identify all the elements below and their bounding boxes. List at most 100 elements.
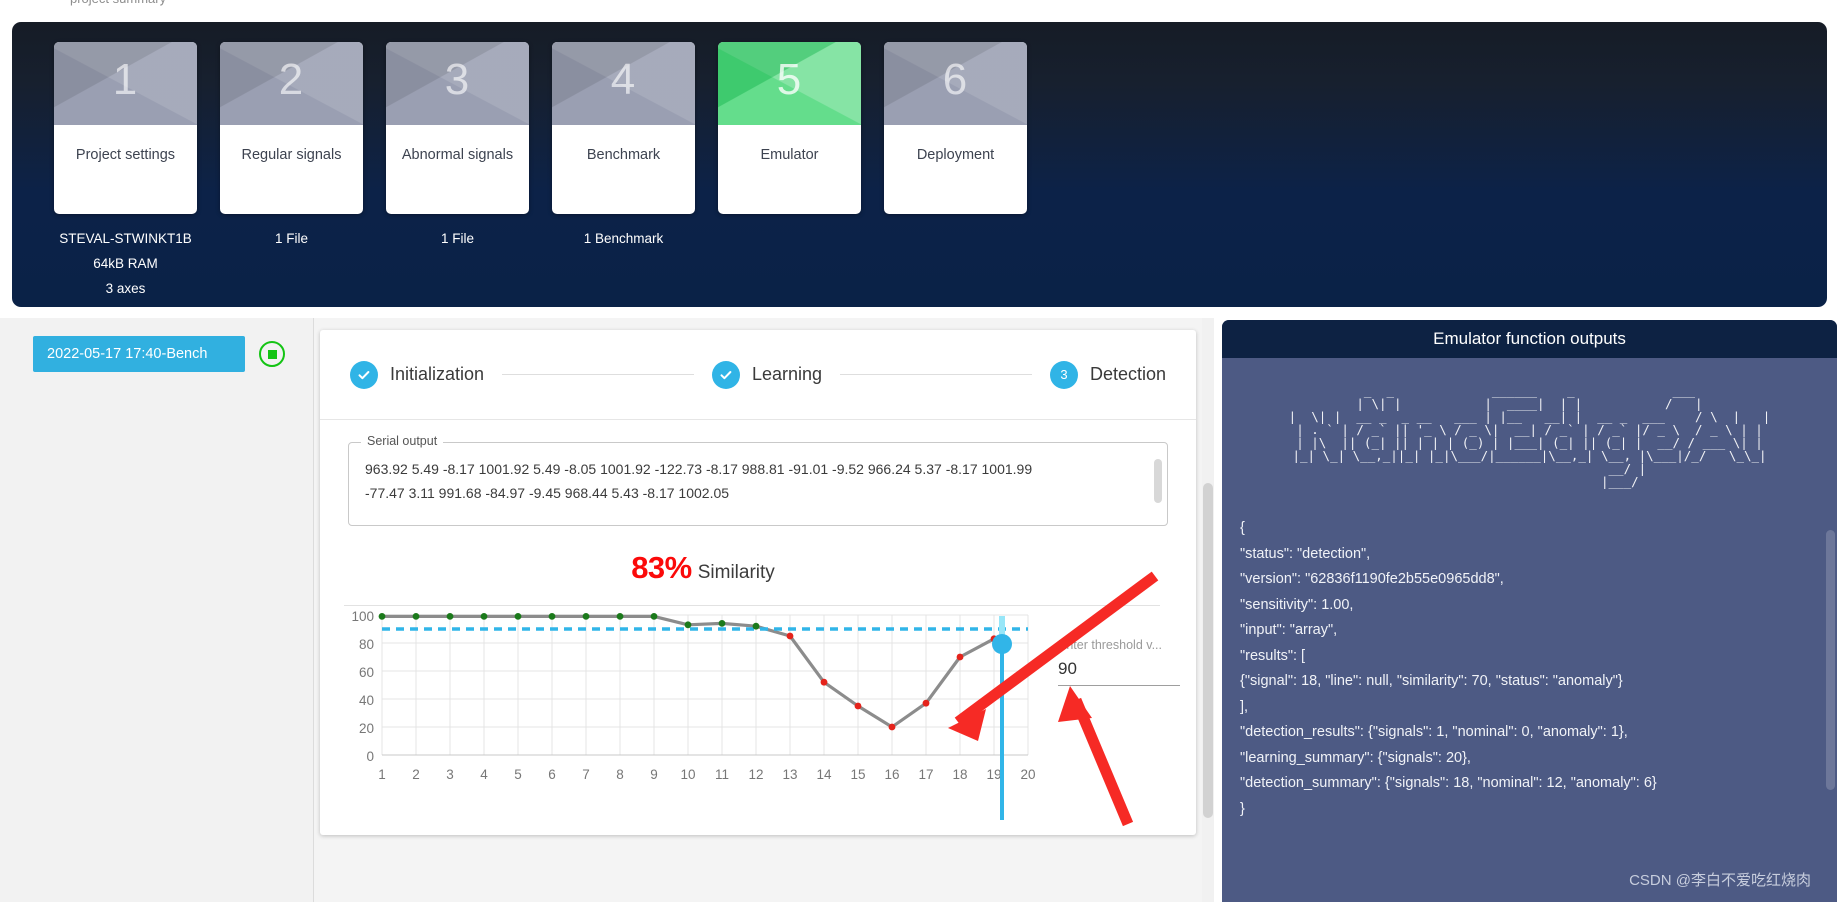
serial-output-section: Serial output 963.92 5.49 -8.17 1001.92 … (320, 420, 1196, 526)
step-card-list: 1 Project settings 2 Regular signals 3 Abnorm… (54, 42, 1027, 214)
step-card-banner: 5 (718, 42, 861, 125)
chart-xtick-label: 8 (616, 767, 624, 782)
step-card-number: 5 (776, 55, 803, 104)
step-card-emulator[interactable]: 5 Emulator (718, 42, 861, 214)
step-card-subtitle-line: STEVAL-STWINKT1B (59, 231, 192, 246)
chart-xtick-label: 1 (378, 767, 386, 782)
project-step-bar: 1 Project settings 2 Regular signals 3 Abnorm… (12, 22, 1827, 307)
chart-data-point-nominal[interactable] (446, 613, 454, 620)
step-card-benchmark[interactable]: 4 Benchmark (552, 42, 695, 214)
step-card-subtitle-line: 1 File (274, 231, 308, 246)
chart-data-point-anomaly[interactable] (888, 723, 896, 731)
chart-xtick-label: 5 (514, 767, 522, 782)
chart-xtick-label: 9 (650, 767, 658, 782)
chart-xtick-label: 7 (582, 767, 590, 782)
similarity-title: 83% Similarity (210, 552, 1196, 583)
main-scrollbar[interactable] (1202, 318, 1214, 902)
chart-xtick-label: 12 (748, 767, 763, 782)
chart-ytick-label: 0 (366, 749, 374, 764)
step-learning[interactable]: Learning (711, 360, 823, 389)
chart-data-point-nominal[interactable] (684, 621, 692, 629)
chart-data-point-nominal[interactable] (514, 613, 522, 620)
cut-off-header-text: project summary (70, 0, 166, 6)
threshold-input-group[interactable]: Enter threshold v... 90 (1058, 638, 1180, 686)
chart-ytick-label: 20 (359, 721, 374, 736)
step-card-label: Emulator (760, 147, 819, 163)
check-icon (350, 360, 378, 389)
step-initialization[interactable]: Initialization (350, 360, 485, 389)
step-card-deployment[interactable]: 6 Deployment (884, 42, 1027, 214)
chart-xtick-label: 2 (412, 767, 420, 782)
step-card-label: Project settings (75, 147, 176, 163)
step-learning-label: Learning (751, 364, 823, 384)
stop-icon[interactable] (259, 341, 285, 367)
chart-data-point-nominal[interactable] (378, 613, 386, 620)
chart-data-point-anomaly[interactable] (922, 699, 930, 707)
emulator-output-panel: Emulator function outputs _ _ ______ _ _… (1222, 320, 1837, 902)
step-card-subtitle: 1 File (220, 226, 363, 301)
step-initialization-label: Initialization (390, 364, 485, 384)
chart-data-point-nominal[interactable] (412, 613, 420, 620)
chart-data-point-anomaly[interactable] (854, 702, 862, 710)
serial-output-legend: Serial output (361, 434, 444, 448)
chart-xtick-label: 4 (480, 767, 488, 782)
emulator-output-scrollbar[interactable] (1826, 530, 1835, 790)
step-card-project-settings[interactable]: 1 Project settings (54, 42, 197, 214)
chart-data-point-nominal[interactable] (616, 613, 624, 620)
similarity-word: Similarity (697, 562, 775, 583)
step-card-number: 4 (610, 55, 637, 104)
emulator-panel: Initialization Learning 3 Detection Seri… (320, 330, 1196, 835)
threshold-slider[interactable] (992, 616, 1012, 820)
step-card-banner: 4 (552, 42, 695, 125)
step-card-label: Benchmark (586, 147, 661, 163)
benchmark-sidebar: 2022-05-17 17:40-Bench (0, 318, 314, 902)
nanoedge-ai-ascii-banner: _ _ ______ _ ___ | \| | | ____| | | / | … (1288, 383, 1771, 489)
chart-top-rule (344, 605, 1160, 606)
benchmark-chip-label: 2022-05-17 17:40-Bench (47, 346, 208, 362)
step-connector-2 (840, 374, 1032, 375)
chart-data-point-nominal[interactable] (582, 613, 590, 620)
serial-output-box[interactable]: Serial output 963.92 5.49 -8.17 1001.92 … (348, 434, 1168, 526)
threshold-input-label: Enter threshold v... (1058, 638, 1162, 652)
step-detection[interactable]: 3 Detection (1049, 360, 1166, 389)
step-number-badge: 3 (1049, 360, 1078, 389)
emulator-output-json: { "status": "detection", "version": "628… (1240, 520, 1657, 817)
similarity-line-chart: 0204060801001 2 3 4 5 6 7 8 9 10 11 12 13 14 15 16 17 18 1… (351, 609, 1035, 782)
emulator-output-title: Emulator function outputs (1222, 320, 1837, 358)
progress-stepper: Initialization Learning 3 Detection (320, 330, 1196, 420)
similarity-percent: 83% (631, 550, 692, 585)
chart-ytick-label: 100 (351, 609, 374, 624)
step-card-number: 3 (444, 55, 471, 104)
step-card-label: Regular signals (241, 147, 342, 163)
step-card-subtitle: 1 File (386, 226, 529, 301)
step-card-number: 2 (278, 55, 305, 104)
chart-data-point-nominal[interactable] (548, 613, 556, 620)
threshold-slider-knob[interactable] (992, 634, 1012, 654)
step-card-subtitles: STEVAL-STWINKT1B 64kB RAM 3 axes 1 File 1 Fi… (54, 226, 1027, 301)
chart-data-point-anomaly[interactable] (820, 678, 828, 686)
chart-data-point-nominal[interactable] (752, 622, 760, 630)
step-card-banner: 1 (54, 42, 197, 125)
step-card-label: Deployment (916, 147, 995, 163)
chart-data-point-nominal[interactable] (650, 613, 658, 620)
benchmark-chip[interactable]: 2022-05-17 17:40-Bench (33, 336, 245, 372)
step-card-regular-signals[interactable]: 2 Regular signals (220, 42, 363, 214)
step-card-banner: 2 (220, 42, 363, 125)
step-card-subtitle-line: 64kB RAM (93, 256, 158, 271)
step-card-subtitle-line: 3 axes (105, 281, 146, 296)
chart-xtick-label: 6 (548, 767, 556, 782)
chart-ytick-label: 60 (359, 665, 374, 680)
threshold-input-underline (1058, 685, 1180, 686)
main-content: Initialization Learning 3 Detection Seri… (314, 318, 1214, 902)
chart-area: 0 20 40 60 80 100 1 2 3 4 5 6 7 8 9 10 11 12 13 14 15 16 17 18 1… (320, 605, 1196, 795)
serial-output-scrollbar[interactable] (1154, 459, 1162, 503)
chart-data-point-anomaly[interactable] (786, 632, 794, 640)
chart-data-point-anomaly[interactable] (956, 653, 964, 661)
threshold-input-value[interactable]: 90 (1058, 659, 1180, 679)
step-card-banner: 3 (386, 42, 529, 125)
chart-data-point-nominal[interactable] (480, 613, 488, 620)
step-card-abnormal-signals[interactable]: 3 Abnormal signals (386, 42, 529, 214)
step-card-subtitle: 1 Benchmark (552, 226, 695, 301)
chart-data-point-nominal[interactable] (718, 620, 726, 627)
chart-xtick-label: 3 (446, 767, 454, 782)
